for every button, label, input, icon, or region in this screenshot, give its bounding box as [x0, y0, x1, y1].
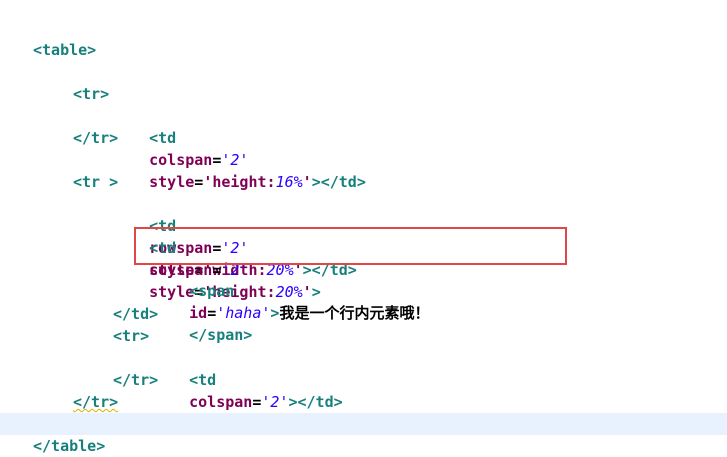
attr-name: colspan	[189, 393, 253, 411]
code-line: <td colspan='2'></td>	[0, 325, 727, 411]
code-line: <td colspan='2' style='height:16%'></td>	[0, 83, 727, 191]
tag-td-close: ></td>	[288, 393, 343, 411]
attr-value: '2'	[261, 393, 289, 411]
code-line: <tr>	[0, 61, 727, 103]
code-line: </td>	[0, 281, 727, 323]
code-line: <tr>	[0, 303, 727, 345]
tag-tr-close: </tr>	[73, 129, 119, 147]
code-line: <tr >	[0, 149, 727, 191]
code-line: </tr>	[0, 105, 727, 147]
tag-table-close: </table>	[33, 437, 106, 455]
tag-td-open: <td	[149, 129, 177, 147]
code-line: <td rowspan='2' style='width:20%'></td>	[0, 171, 727, 279]
code-line: <td colspan='2' style='height:20%'>	[0, 193, 727, 301]
code-line-current[interactable]: </table>	[0, 413, 727, 455]
code-line: <table>	[0, 17, 727, 59]
tag-tr-close-warning: </tr>	[73, 393, 119, 411]
code-line: <span id='haha'>我是一个行内元素哦！ </span>	[0, 236, 727, 344]
tag-table-open: <table>	[33, 41, 97, 59]
code-line: </tr>	[0, 347, 727, 389]
code-line: </tr>	[0, 369, 727, 411]
